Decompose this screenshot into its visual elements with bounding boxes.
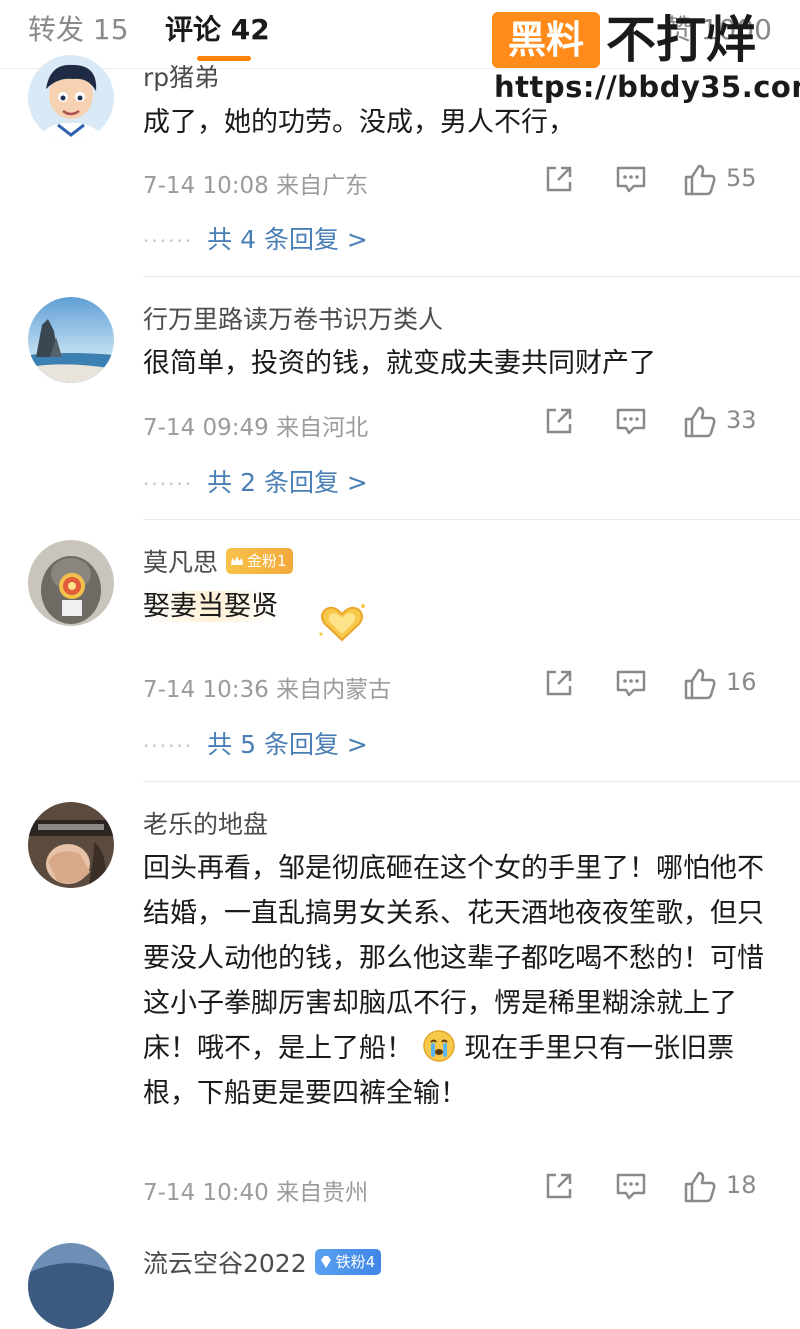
username-text: 流云空谷2022	[143, 1249, 307, 1278]
like-count: 16	[726, 668, 757, 696]
comment-actions: 18	[542, 1169, 772, 1205]
comment-actions: 16	[542, 666, 772, 702]
comment-meta: 7-14 09:49 来自河北	[143, 415, 369, 441]
replies-row[interactable]: ······ 共 5 条回复 >	[143, 725, 368, 761]
diamond-icon	[320, 1256, 331, 1268]
watermark-logo-box: 黑料	[492, 12, 600, 68]
reply-button[interactable]	[614, 162, 648, 200]
comment-meta: 7-14 10:36 来自内蒙古	[143, 677, 392, 703]
reply-button[interactable]	[614, 666, 648, 704]
comment-text: 娶妻当娶贤	[143, 584, 773, 629]
thumbs-up-icon	[684, 1171, 716, 1203]
thumbs-up-icon	[684, 668, 716, 700]
thumbs-up-icon	[684, 406, 716, 438]
comment-actions: 33	[542, 404, 772, 440]
comment-icon	[616, 166, 646, 193]
avatar[interactable]	[28, 540, 114, 626]
reply-button[interactable]	[614, 1169, 648, 1207]
share-button[interactable]	[542, 666, 576, 704]
comment-icon	[616, 408, 646, 435]
like-button[interactable]: 16	[682, 666, 772, 706]
divider	[143, 781, 800, 782]
comment-meta: 7-14 10:08 来自广东	[143, 173, 369, 199]
badge-label: 金粉1	[247, 552, 287, 570]
comment-text: 回头再看，邹是彻底砸在这个女的手里了！哪怕他不结婚，一直乱搞男女关系、花天酒地夜…	[143, 846, 773, 1116]
thumbs-up-icon	[684, 164, 716, 196]
tab-comments[interactable]: 评论 42	[165, 8, 270, 48]
replies-dots: ······	[143, 734, 194, 758]
fan-badge[interactable]: 金粉1	[226, 548, 293, 574]
comment-icon	[616, 670, 646, 697]
share-icon	[546, 670, 572, 696]
divider	[143, 276, 800, 277]
reply-button[interactable]	[614, 404, 648, 442]
share-icon	[546, 166, 572, 192]
replies-dots: ······	[143, 229, 194, 253]
like-count: 18	[726, 1171, 757, 1199]
watermark-logo-text: 不打烊	[606, 11, 756, 69]
share-icon	[546, 408, 572, 434]
view-replies-link[interactable]: 共 2 条回复 >	[207, 468, 368, 497]
view-replies-link[interactable]: 共 4 条回复 >	[207, 225, 368, 254]
watermark-url: https://bbdy35.com	[494, 70, 800, 104]
username[interactable]: 行万里路读万卷书识万类人	[143, 300, 443, 336]
username[interactable]: 流云空谷2022 铁粉4	[143, 1244, 382, 1280]
replies-row[interactable]: ······ 共 4 条回复 >	[143, 220, 368, 256]
golden-heart-sticker-icon	[319, 604, 365, 642]
view-replies-link[interactable]: 共 5 条回复 >	[207, 730, 368, 759]
username-text: 莫凡思	[143, 548, 219, 577]
comment-meta: 7-14 10:40 来自贵州	[143, 1180, 369, 1206]
avatar[interactable]	[28, 1243, 114, 1329]
avatar[interactable]	[28, 297, 114, 383]
watermark: 黑料 不打烊 https://bbdy35.com	[490, 10, 800, 105]
tab-forward[interactable]: 转发 15	[28, 8, 129, 48]
badge-label: 铁粉4	[335, 1253, 376, 1271]
replies-row[interactable]: ······ 共 2 条回复 >	[143, 463, 368, 499]
like-button[interactable]: 55	[682, 162, 772, 202]
replies-dots: ······	[143, 472, 194, 496]
comment-text-highlight: 娶妻当娶贤	[143, 591, 278, 622]
like-count: 33	[726, 406, 757, 434]
avatar[interactable]	[28, 55, 114, 141]
like-button[interactable]: 33	[682, 404, 772, 444]
share-button[interactable]	[542, 404, 576, 442]
username[interactable]: rp猪弟	[143, 58, 219, 94]
crying-emoji-icon	[422, 1030, 455, 1062]
crown-icon	[231, 556, 244, 565]
divider	[143, 519, 800, 520]
comment-text: 成了，她的功劳。没成，男人不行，	[143, 107, 575, 138]
like-count: 55	[726, 164, 757, 192]
username[interactable]: 莫凡思 金粉1	[143, 543, 293, 579]
username[interactable]: 老乐的地盘	[143, 805, 268, 841]
comment-text: 很简单，投资的钱，就变成夫妻共同财产了	[143, 348, 656, 379]
like-button[interactable]: 18	[682, 1169, 772, 1209]
share-button[interactable]	[542, 1169, 576, 1207]
share-icon	[546, 1173, 572, 1199]
comment-icon	[616, 1173, 646, 1200]
fan-badge[interactable]: 铁粉4	[314, 1249, 382, 1275]
comment-actions: 55	[542, 162, 772, 198]
avatar[interactable]	[28, 802, 114, 888]
share-button[interactable]	[542, 162, 576, 200]
